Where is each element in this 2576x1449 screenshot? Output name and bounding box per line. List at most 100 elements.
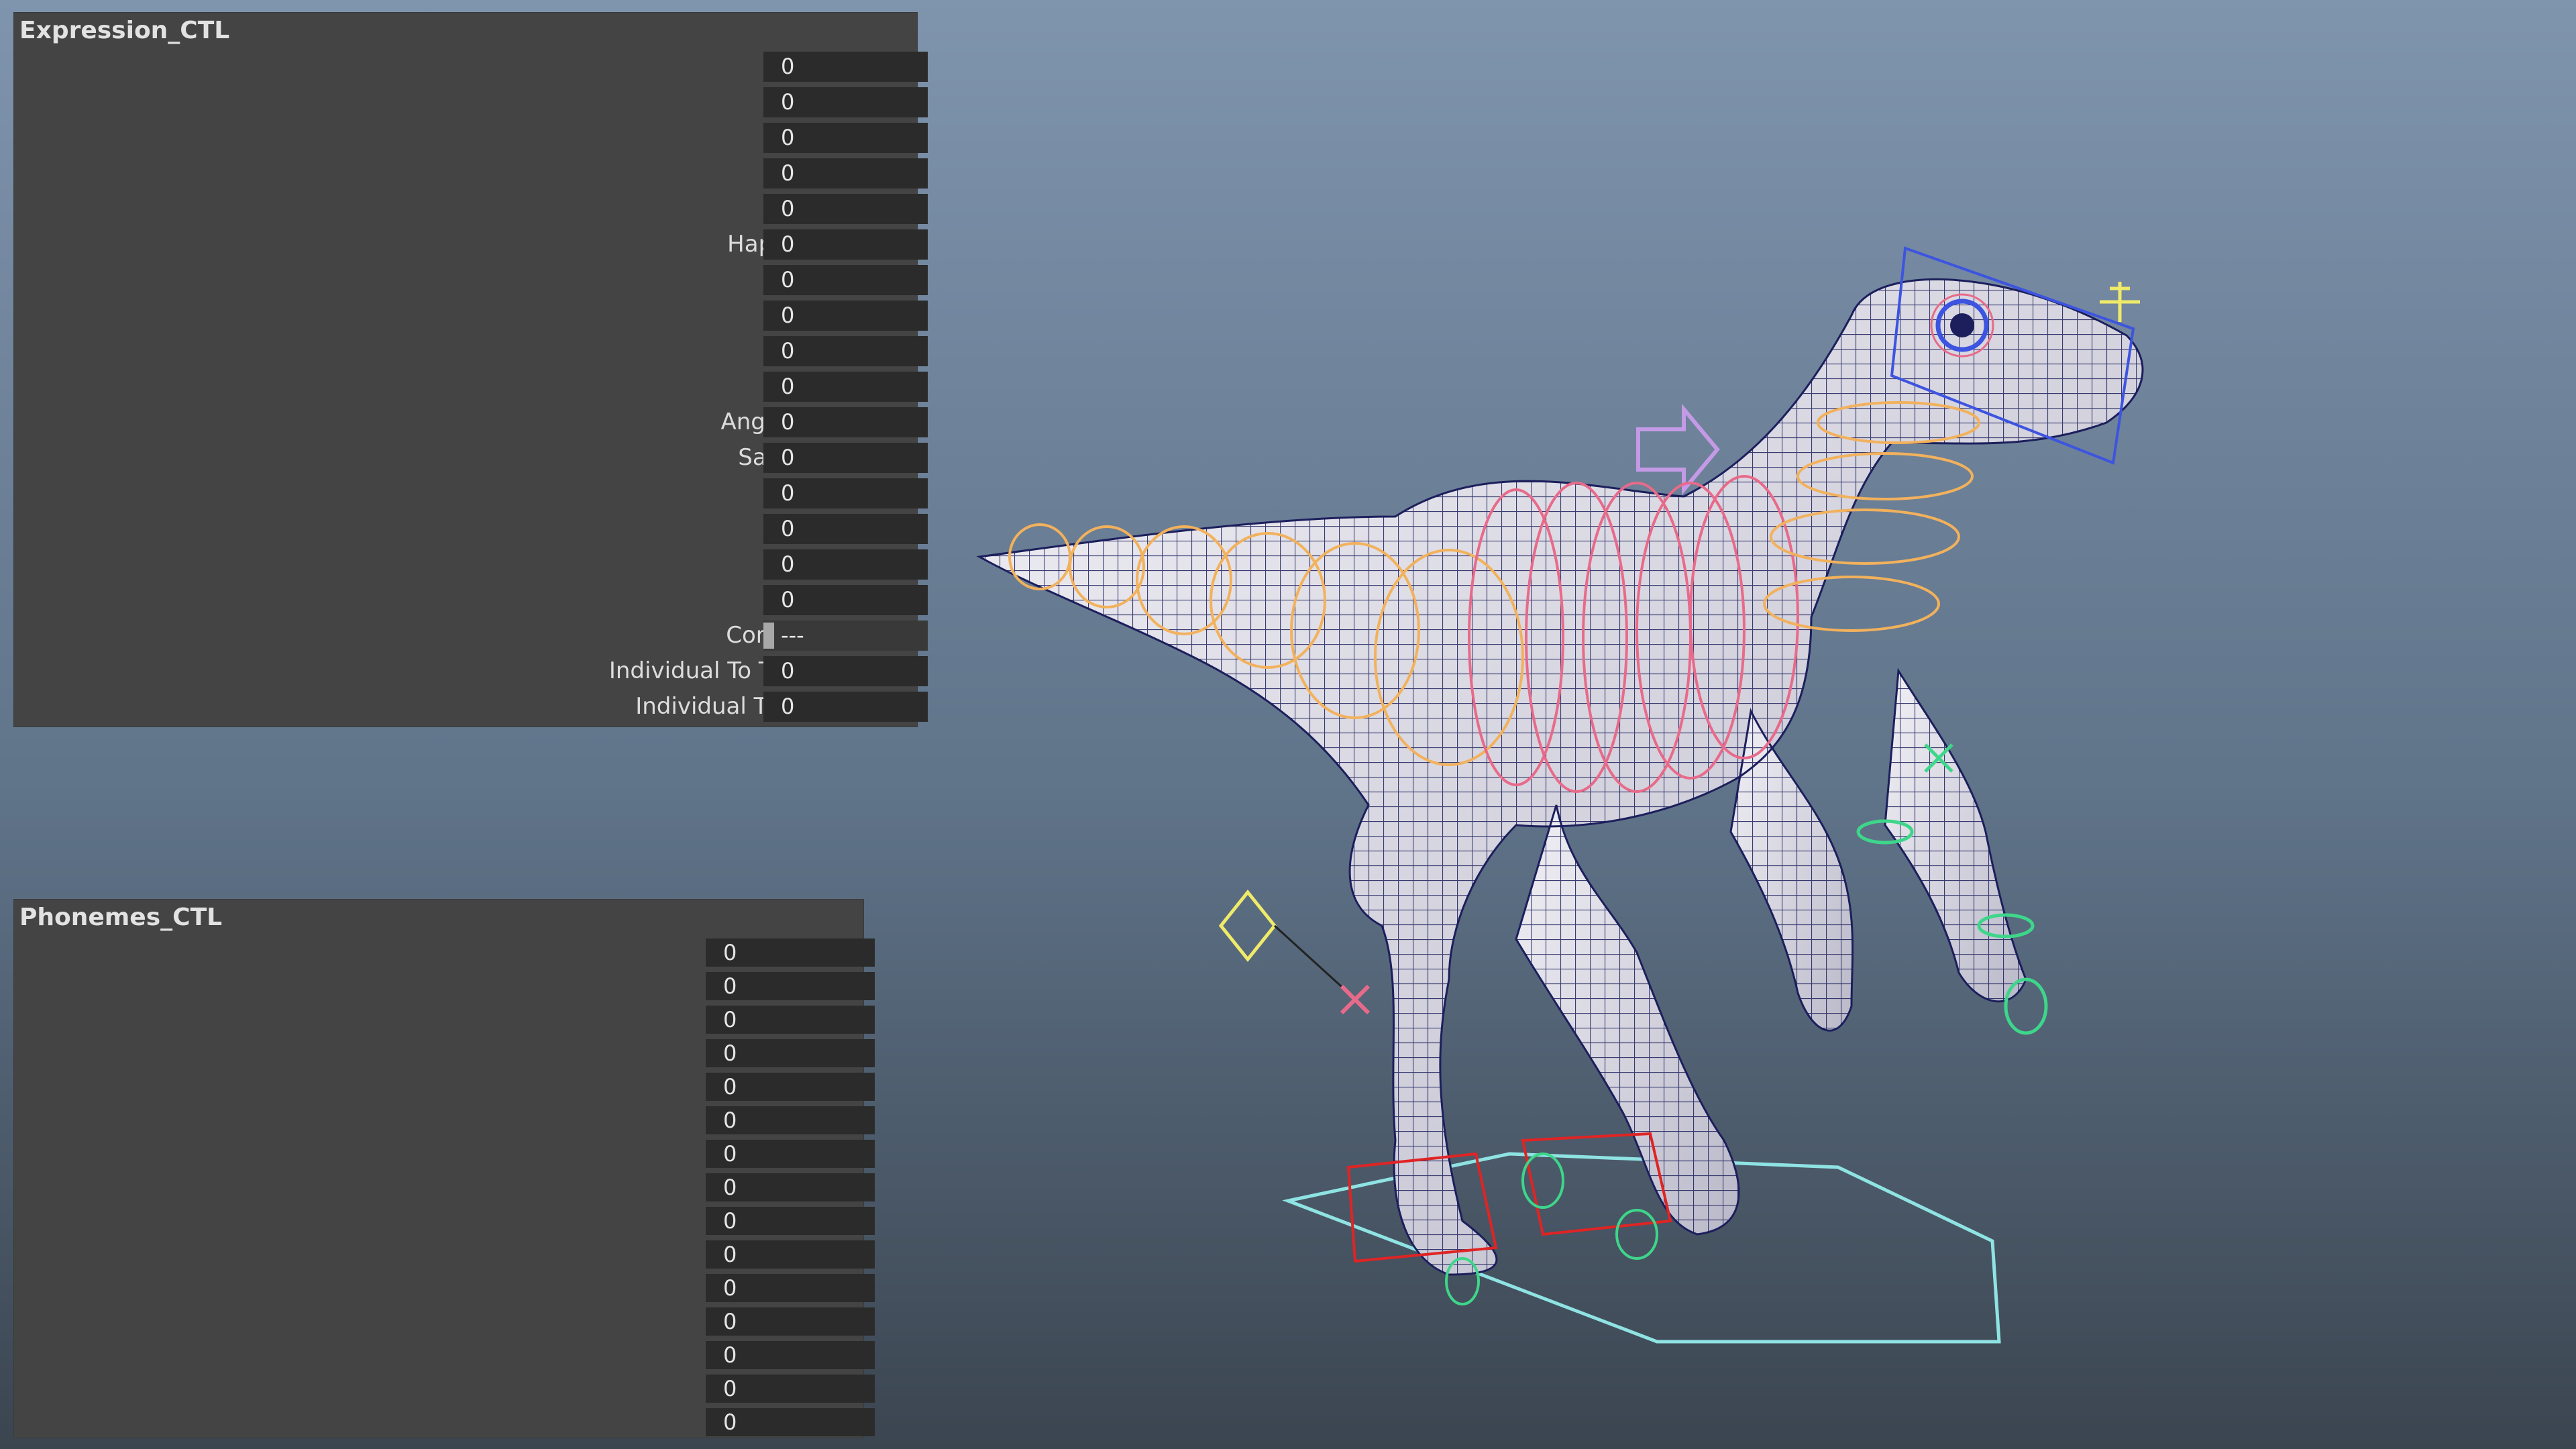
direction-arrow-control[interactable] — [1636, 403, 1720, 496]
expression-attribute-value-field[interactable]: 0 — [763, 265, 928, 295]
phoneme-attribute-row[interactable]: Fff0 — [14, 1137, 875, 1171]
phoneme-attribute-value-field[interactable]: 0 — [706, 1341, 875, 1369]
expression-attribute-row[interactable]: Happy 10 — [14, 49, 928, 85]
expression-attribute-value-field[interactable]: 0 — [763, 52, 928, 82]
expression-attribute-row[interactable]: Angrily Surprised0 — [14, 405, 928, 440]
phoneme-attribute-value: 0 — [723, 1108, 737, 1133]
expression-attribute-row[interactable]: Doubtful0 — [14, 476, 928, 511]
expression-attribute-row[interactable]: Curious Lt0 — [14, 547, 928, 582]
expression-attribute-row[interactable]: Sad0 — [14, 333, 928, 369]
expression-attribute-value-field[interactable]: 0 — [763, 336, 928, 366]
phoneme-attribute-value-field[interactable]: 0 — [706, 1073, 875, 1101]
phoneme-attribute-value-field[interactable]: 0 — [706, 1274, 875, 1302]
expression-attribute-value-field[interactable]: 0 — [763, 407, 928, 437]
expression-attribute-row[interactable]: Happy Surprised0 — [14, 227, 928, 262]
expression-attribute-value-field[interactable]: 0 — [763, 301, 928, 331]
phoneme-attribute-value: 0 — [723, 1309, 737, 1334]
expression-attribute-value: 0 — [781, 196, 795, 221]
phoneme-attribute-list: Aaa0Ahh0Uuu W0Lntd0Rrr0Iee0Fff0Ohh0Eh0Ee… — [14, 936, 875, 1439]
expression-attribute-value: 0 — [781, 587, 795, 612]
expression-attribute-row[interactable]: Sadly Surprised0 — [14, 440, 928, 476]
phonemes-ctl-title: Phonemes_CTL — [19, 904, 223, 931]
expression-attribute-row[interactable]: Innocent 20 — [14, 156, 928, 191]
phoneme-attribute-value: 0 — [723, 973, 737, 999]
phoneme-attribute-row[interactable]: Sss0 — [14, 1271, 875, 1305]
phoneme-attribute-value-field[interactable]: 0 — [706, 1375, 875, 1403]
phoneme-attribute-value-field[interactable]: 0 — [706, 1006, 875, 1034]
expression-attribute-value: 0 — [781, 694, 795, 719]
phoneme-attribute-row[interactable]: Uuu W0 — [14, 1003, 875, 1036]
raptor-mesh[interactable] — [978, 278, 2144, 1276]
expression-attribute-value-field[interactable]: 0 — [763, 372, 928, 402]
expression-attribute-value-field[interactable]: 0 — [763, 123, 928, 153]
phoneme-attribute-row[interactable]: Mbp0 — [14, 1405, 875, 1439]
phoneme-attribute-value: 0 — [723, 1275, 737, 1301]
phoneme-attribute-value: 0 — [723, 1074, 737, 1099]
expression-attribute-value-field[interactable]: 0 — [763, 87, 928, 117]
ik-pole-control[interactable] — [1218, 889, 1371, 1015]
expression-attribute-value: 0 — [781, 480, 795, 506]
expression-attribute-value-field[interactable]: 0 — [763, 549, 928, 580]
phoneme-attribute-value-field[interactable]: 0 — [706, 938, 875, 967]
expression-attribute-value: 0 — [781, 160, 795, 186]
phoneme-attribute-value: 0 — [723, 1007, 737, 1032]
phoneme-attribute-value: 0 — [723, 1342, 737, 1368]
expression-attribute-value-field[interactable]: 0 — [763, 656, 928, 686]
expression-attribute-value-field[interactable]: 0 — [763, 692, 928, 722]
phoneme-attribute-value: 0 — [723, 1409, 737, 1435]
expression-ctl-title: Expression_CTL — [19, 17, 230, 44]
phoneme-attribute-row[interactable]: Eee0 — [14, 1238, 875, 1271]
expression-attribute-row[interactable]: Roar0 — [14, 582, 928, 618]
phoneme-attribute-value-field[interactable]: 0 — [706, 1408, 875, 1436]
expression-attribute-value: 0 — [781, 267, 795, 292]
expression-attribute-list: Happy 10Happy 20Innocent 10Innocent 20Re… — [14, 49, 928, 724]
phoneme-attribute-value-field[interactable]: 0 — [706, 1140, 875, 1168]
phoneme-attribute-value-field[interactable]: 0 — [706, 1207, 875, 1235]
phoneme-attribute-row[interactable]: Eh0 — [14, 1204, 875, 1238]
phoneme-attribute-value-field[interactable]: 0 — [706, 1240, 875, 1269]
raptor-rig-view — [978, 246, 2144, 1344]
enum-swatch — [763, 623, 774, 649]
phoneme-attribute-row[interactable]: Ohh0 — [14, 1171, 875, 1204]
phoneme-attribute-row[interactable]: Lntd0 — [14, 1036, 875, 1070]
expression-attribute-row[interactable]: Individual To Total Mouth0 — [14, 689, 928, 724]
look-at-control[interactable] — [2100, 282, 2140, 322]
expression-attribute-value: 0 — [781, 54, 795, 79]
expression-attribute-value-field[interactable]: 0 — [763, 229, 928, 260]
phoneme-attribute-value-field[interactable]: 0 — [706, 1307, 875, 1336]
expression-attribute-row[interactable]: Individual To Total Eyebrow0 — [14, 653, 928, 689]
expression-attribute-row[interactable]: Disgusted0 — [14, 298, 928, 333]
expression-attribute-value-field[interactable]: 0 — [763, 194, 928, 224]
phoneme-attribute-row[interactable]: Rrr0 — [14, 1070, 875, 1104]
expression-attribute-row[interactable]: Curious Rt0 — [14, 511, 928, 547]
expression-attribute-row[interactable]: Happy 20 — [14, 85, 928, 120]
expression-attribute-value-field[interactable]: 0 — [763, 585, 928, 615]
expression-attribute-value: 0 — [781, 231, 795, 257]
expression-attribute-value-field[interactable]: 0 — [763, 478, 928, 508]
expression-attribute-row[interactable]: Relieved0 — [14, 191, 928, 227]
toe-controls[interactable] — [1445, 1152, 1658, 1305]
phoneme-attribute-value-field[interactable]: 0 — [706, 1039, 875, 1067]
phoneme-attribute-row[interactable]: Th0 — [14, 1338, 875, 1372]
expression-attribute-value: 0 — [781, 338, 795, 364]
expression-attribute-row[interactable]: Control Switches--- — [14, 618, 928, 653]
expression-attribute-value-field[interactable]: 0 — [763, 443, 928, 473]
phoneme-attribute-value: 0 — [723, 1242, 737, 1267]
phoneme-attribute-value-field[interactable]: 0 — [706, 972, 875, 1000]
phoneme-attribute-value-field[interactable]: 0 — [706, 1106, 875, 1134]
expression-attribute-value-field[interactable]: 0 — [763, 514, 928, 544]
expression-attribute-value: 0 — [781, 125, 795, 150]
expression-attribute-value-field[interactable]: 0 — [763, 158, 928, 189]
phoneme-attribute-row[interactable]: Gk0 — [14, 1372, 875, 1405]
phoneme-attribute-row[interactable]: Ahh0 — [14, 969, 875, 1003]
expression-attribute-value-field[interactable]: --- — [763, 621, 928, 651]
phoneme-attribute-value-field[interactable]: 0 — [706, 1173, 875, 1201]
expression-attribute-row[interactable]: Shocked0 — [14, 262, 928, 298]
phoneme-attribute-row[interactable]: Aaa0 — [14, 936, 875, 969]
phoneme-attribute-row[interactable]: Iee0 — [14, 1104, 875, 1137]
phoneme-attribute-row[interactable]: Sh0 — [14, 1305, 875, 1338]
3d-viewport[interactable] — [926, 201, 2388, 1395]
expression-attribute-row[interactable]: Angry0 — [14, 369, 928, 405]
expression-attribute-row[interactable]: Innocent 10 — [14, 120, 928, 156]
expression-attribute-value: --- — [781, 623, 804, 648]
